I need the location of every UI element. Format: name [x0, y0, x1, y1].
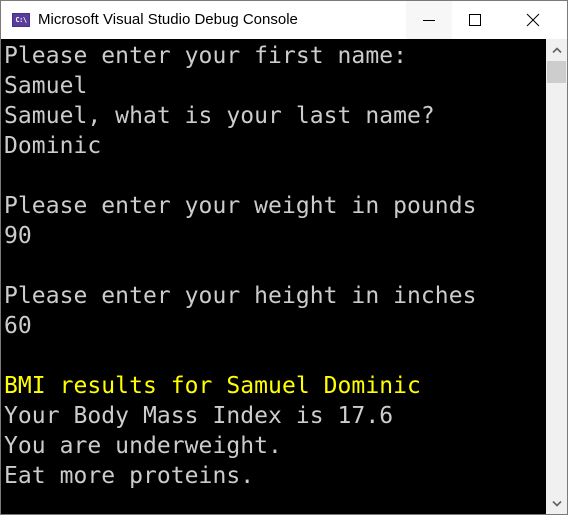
title-bar[interactable]: C:\ Microsoft Visual Studio Debug Consol… — [1, 1, 567, 39]
console-output[interactable]: Please enter your first name: Samuel Sam… — [1, 39, 546, 514]
chevron-up-icon — [551, 46, 562, 53]
console-line: Samuel, what is your last name? — [4, 103, 435, 129]
console-window: C:\ Microsoft Visual Studio Debug Consol… — [0, 0, 568, 515]
console-app-icon[interactable]: C:\ — [12, 13, 30, 27]
scrollbar-thumb[interactable] — [547, 61, 566, 83]
chevron-down-icon — [551, 500, 562, 507]
console-line: You are underweight. — [4, 433, 282, 459]
console-line: Please enter your first name: — [4, 43, 408, 69]
vertical-scrollbar[interactable] — [546, 39, 567, 514]
console-line-highlight: BMI results for Samuel Dominic — [4, 373, 421, 399]
console-line: 90 — [4, 223, 32, 249]
console-line: Dominic — [4, 133, 102, 159]
close-button[interactable] — [498, 1, 567, 39]
window-title: Microsoft Visual Studio Debug Console — [38, 11, 298, 28]
console-line: Eat more proteins. — [4, 463, 255, 489]
console-line: Samuel — [4, 73, 88, 99]
close-icon — [526, 13, 539, 27]
minimize-button[interactable] — [406, 1, 452, 39]
scroll-up-button[interactable] — [546, 39, 567, 60]
scroll-down-button[interactable] — [546, 493, 567, 514]
console-line: Your Body Mass Index is 17.6 — [4, 403, 394, 429]
console-line: Please enter your height in inches — [4, 283, 477, 309]
console-line: Please enter your weight in pounds — [4, 193, 477, 219]
maximize-button[interactable] — [452, 1, 498, 39]
console-line: 60 — [4, 313, 32, 339]
minimize-icon — [423, 19, 435, 21]
maximize-icon — [469, 14, 481, 26]
